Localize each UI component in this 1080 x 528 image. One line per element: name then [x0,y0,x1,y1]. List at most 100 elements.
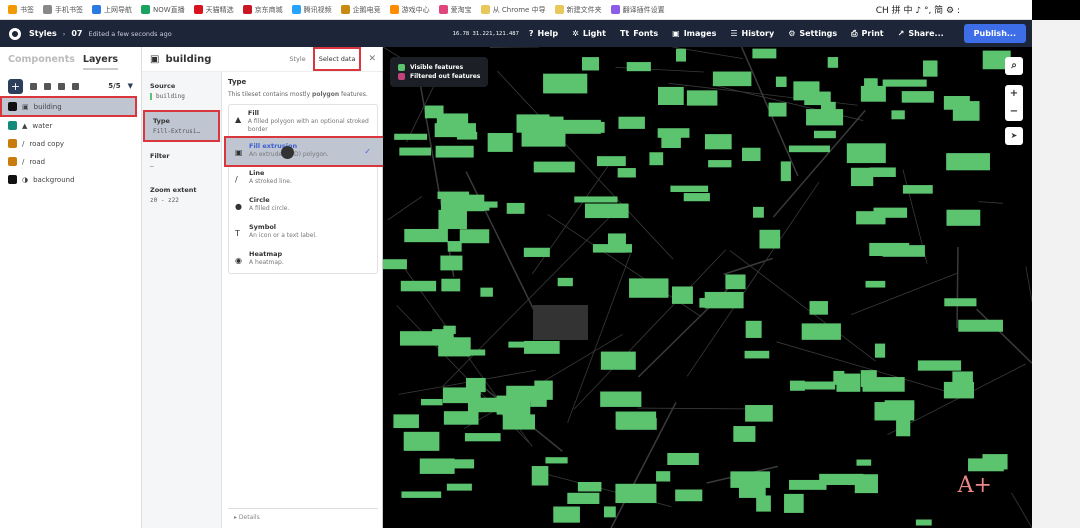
bookmark-item[interactable]: 新建文件夹 [554,5,602,15]
type-option-fill[interactable]: ▲ Fill A filled polygon with an optional s… [229,105,377,138]
share-button[interactable]: ↗ Share... [898,29,944,39]
building-feature [538,116,564,131]
zoom-out-button[interactable]: − [1005,103,1023,121]
images-button[interactable]: ▣ Images [672,29,716,39]
print-button[interactable]: ⎙ Print [851,29,883,39]
building-feature [618,116,645,129]
road-line [1025,266,1032,302]
layer-name: road [29,157,46,166]
delete-icon[interactable] [72,82,79,90]
help-icon: ? [528,29,534,38]
bookmark-item[interactable]: 腾讯视频 [291,5,332,15]
check-icon: ✓ [364,146,371,156]
compass-button[interactable]: ➤ [1005,127,1023,145]
close-icon[interactable]: ✕ [368,54,376,64]
bookmark-item[interactable]: 天猫精选 [193,5,234,15]
button-label: Share... [908,29,944,38]
building-feature [557,277,573,287]
type-option-heatmap[interactable]: ◉ Heatmap A heatmap. [229,246,377,273]
tab-style[interactable]: Style [289,55,305,63]
styles-link[interactable]: Styles [29,29,57,38]
chevron-right-icon: › [62,29,66,38]
bookmark-item[interactable]: 京东商城 [242,5,283,15]
layer-item-building[interactable]: ▣ building [0,96,137,117]
layer-color-swatch[interactable] [8,102,17,111]
type-option-circle[interactable]: ● Circle A filled circle. [229,192,377,219]
building-feature [896,418,911,437]
button-label: Fonts [633,29,659,38]
bookmark-item[interactable]: 翻译插件设置 [610,5,665,15]
building-feature [543,73,588,94]
style-name[interactable]: 07 [71,29,82,38]
layer-color-swatch[interactable] [8,157,17,166]
bookmark-item[interactable]: 书签 [8,5,34,15]
bookmark-item[interactable]: 爱淘宝 [438,5,472,15]
bookmark-item[interactable]: NOW直播 [141,5,185,15]
bookmark-item[interactable]: 游戏中心 [389,5,430,15]
mapbox-logo-icon[interactable] [9,27,21,40]
building-feature [656,471,671,482]
building-feature [780,161,791,182]
layer-item-road-copy[interactable]: / road copy [0,135,141,152]
zoom-section[interactable]: Zoom extent z0 - z22 [142,186,221,204]
cube-icon: ▣ [22,102,29,111]
building-feature [865,280,886,288]
building-feature [968,458,1004,472]
duplicate-icon[interactable] [30,82,37,90]
type-option-symbol[interactable]: T Symbol An icon or a text label. [229,219,377,246]
desc-bold: polygon [312,91,340,98]
type-section[interactable]: Type Fill-Extrusi… [143,110,220,142]
history-button[interactable]: ☰ History [730,29,774,39]
light-button[interactable]: ✲ Light [572,29,606,39]
building-feature [820,101,836,112]
add-layer-button[interactable]: + [8,78,23,94]
layer-color-swatch[interactable] [8,121,17,130]
building-feature [400,280,437,292]
tab-layers[interactable]: Layers [82,54,119,70]
bookmark-item[interactable]: 手机书签 [43,5,83,15]
layer-color-swatch[interactable] [8,139,17,148]
map-canvas[interactable]: Visible features Filtered out features ⌕… [383,47,1032,528]
layer-item-background[interactable]: ◑ background [0,171,141,188]
bookmark-icon [242,5,252,14]
tab-components[interactable]: Components [8,54,75,70]
details-toggle[interactable]: ▸ Details [228,508,378,526]
settings-button[interactable]: ⚙ Settings [788,29,837,39]
building-feature [882,245,925,257]
building-feature [443,411,479,425]
filtered-swatch [398,73,405,80]
fonts-button[interactable]: Tt Fonts [620,29,658,39]
publish-button[interactable]: Publish... [963,24,1026,43]
bookmark-item[interactable]: 从 Chrome 中导 [480,5,546,15]
building-feature [394,133,428,140]
source-section[interactable]: Source building [142,82,221,100]
line-icon: / [22,157,25,166]
building-feature [675,48,687,62]
bookmark-item[interactable]: 上网导航 [92,5,132,15]
link-icon[interactable] [58,82,65,90]
tab-select-data[interactable]: Select data [312,47,362,71]
legend-visible: Visible features [410,64,464,71]
filter-icon[interactable]: ▼ [128,82,133,90]
building-feature [874,402,915,421]
help-button[interactable]: ? Help [529,29,558,39]
layer-name: background [33,175,75,184]
layer-item-road[interactable]: / road [0,153,141,170]
bookmark-item[interactable]: 企鹅电竞 [340,5,381,15]
type-option-line[interactable]: / Line A stroked line. [229,165,377,192]
legend-filtered: Filtered out features [410,73,481,80]
road-line [637,407,750,410]
building-feature [917,360,962,371]
bookmark-label: 翻译插件设置 [622,5,665,14]
layer-color-swatch[interactable] [8,175,17,184]
bookmark-label: 企鹅电竞 [352,5,381,14]
layer-item-water[interactable]: ▲ water [0,117,141,134]
filter-section[interactable]: Filter — [142,152,221,170]
building-feature [577,481,602,492]
folder-icon[interactable] [44,82,51,90]
zoom-in-button[interactable]: + [1005,85,1023,103]
search-map-button[interactable]: ⌕ [1005,57,1023,75]
type-option-fill-extrusion[interactable]: ▣ Fill extrusion An extruded (3D) polygon.… [224,135,387,167]
building-feature [607,233,626,253]
ime-toolbar: CH 拼 中 ♪ °, 简 ⚙ : [875,6,960,16]
